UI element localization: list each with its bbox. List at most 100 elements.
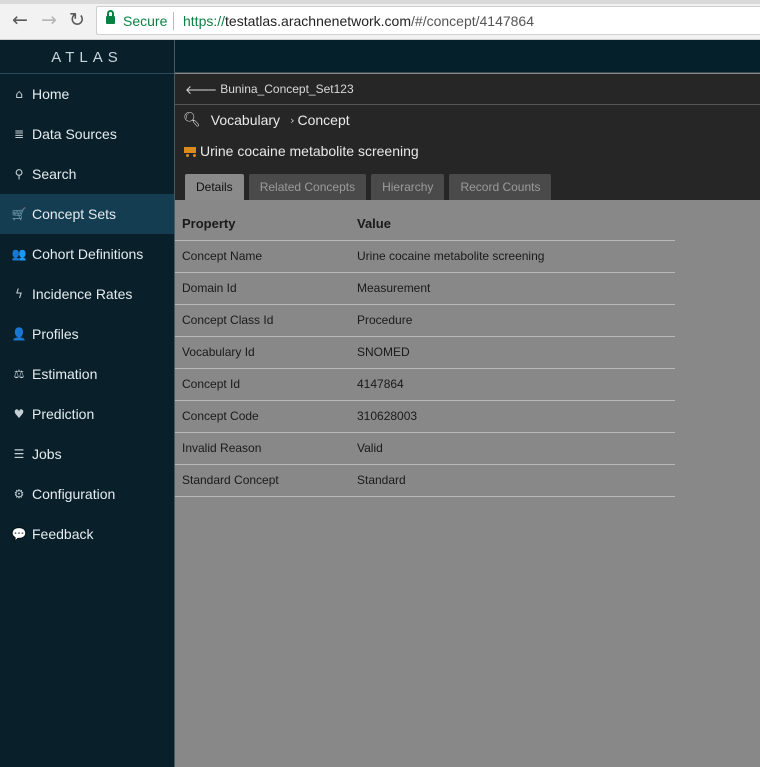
sidebar-item-label: Incidence Rates [32, 286, 133, 302]
sidebar-item-label: Home [32, 86, 70, 102]
sidebar-item-label: Configuration [32, 486, 116, 502]
sidebar-item-concept-sets[interactable]: 🛒 Concept Sets [0, 194, 174, 234]
breadcrumb-concept: Concept [297, 112, 350, 128]
value-cell: Procedure [350, 304, 675, 337]
lock-icon [106, 10, 115, 25]
sidebar-menu: ⌂ Home ≣ Data Sources ⚲ Search 🛒 Concept Sets 👥 C… [0, 74, 174, 554]
sidebar-item-search[interactable]: ⚲ Search [0, 154, 174, 194]
sidebar-item-feedback[interactable]: 💬 Feedback [0, 514, 174, 554]
url-scheme: https:// [183, 13, 226, 29]
sidebar-item-label: Concept Sets [32, 206, 117, 222]
home-icon: ⌂ [15, 87, 23, 101]
url-host: testatlas.arachnenetwork.com [225, 13, 412, 29]
tab-hierarchy[interactable]: Hierarchy [371, 174, 445, 200]
sidebar-item-estimation[interactable]: ⚖ Estimation [0, 354, 174, 394]
sidebar-item-cohort-definitions[interactable]: 👥 Cohort Definitions [0, 234, 174, 274]
table-row: Concept Code 310628003 [175, 400, 675, 433]
value-cell: 310628003 [350, 400, 675, 433]
sidebar-item-label: Cohort Definitions [32, 246, 144, 262]
sidebar-item-label: Prediction [32, 406, 95, 422]
search-icon: ⚲ [14, 167, 24, 181]
tab-record-counts[interactable]: Record Counts [449, 174, 552, 200]
properties-table: Property Value Concept Name Urine cocaine… [175, 208, 675, 497]
value-cell: SNOMED [350, 336, 675, 369]
sidebar-item-home[interactable]: ⌂ Home [0, 74, 174, 114]
property-cell: Concept Name [175, 240, 350, 273]
sidebar-item-label: Search [32, 166, 77, 182]
property-cell: Standard Concept [175, 464, 350, 497]
app-brand[interactable]: ATLAS [0, 40, 174, 74]
top-navbar [175, 40, 760, 73]
sidebar-item-data-sources[interactable]: ≣ Data Sources [0, 114, 174, 154]
forward-arrow-icon[interactable]: → [38, 9, 60, 31]
cogs-icon: ⚙ [13, 487, 25, 501]
sidebar-item-prediction[interactable]: ♥ Prediction [0, 394, 174, 434]
property-cell: Vocabulary Id [175, 336, 350, 369]
value-cell: Standard [350, 464, 675, 497]
breadcrumb-vocabulary[interactable]: Vocabulary [211, 112, 280, 128]
property-cell: Concept Class Id [175, 304, 350, 337]
value-cell: Urine cocaine metabolite screening [350, 240, 675, 273]
column-header-property: Property [175, 208, 350, 241]
sidebar-item-incidence-rates[interactable]: ϟ Incidence Rates [0, 274, 174, 314]
value-cell: Measurement [350, 272, 675, 305]
url-text[interactable]: https://testatlas.arachnenetwork.com/#/c… [183, 13, 534, 29]
properties-body: Concept Name Urine cocaine metabolite scr… [175, 240, 675, 497]
bolt-icon: ϟ [15, 287, 23, 301]
column-header-value: Value [350, 208, 675, 241]
arrow-left-icon: 🡐 [185, 82, 218, 97]
search-icon: 🔍︎ [183, 112, 201, 128]
table-row: Concept Id 4147864 [175, 368, 675, 401]
heartbeat-icon: ♥ [13, 407, 25, 421]
concept-title: Urine cocaine metabolite screening [200, 142, 419, 159]
cart-icon: 🛒 [11, 207, 27, 221]
table-row: Invalid Reason Valid [175, 432, 675, 465]
reload-icon[interactable]: ↻ [66, 9, 88, 31]
property-cell: Invalid Reason [175, 432, 350, 465]
back-link[interactable]: 🡐 Bunina_Concept_Set123 [175, 74, 760, 105]
concept-header: 🡐 Bunina_Concept_Set123 🔍︎ Vocabulary › … [175, 74, 760, 200]
sidebar-item-label: Feedback [32, 526, 94, 542]
table-row: Domain Id Measurement [175, 272, 675, 305]
property-cell: Domain Id [175, 272, 350, 305]
back-link-label: Bunina_Concept_Set123 [220, 82, 354, 96]
cart-icon[interactable] [183, 145, 197, 157]
property-cell: Concept Id [175, 368, 350, 401]
sidebar-item-jobs[interactable]: ☰ Jobs [0, 434, 174, 474]
sidebar-item-label: Estimation [32, 366, 98, 382]
sidebar-item-label: Profiles [32, 326, 79, 342]
sidebar-item-label: Data Sources [32, 126, 117, 142]
sidebar-item-label: Jobs [32, 446, 62, 462]
breadcrumb: 🔍︎ Vocabulary › Concept [175, 105, 760, 135]
chevron-right-icon: › [290, 113, 295, 127]
browser-tab-strip [0, 0, 760, 4]
comment-icon: 💬 [11, 527, 27, 541]
back-arrow-icon[interactable]: ← [9, 9, 31, 31]
value-cell: 4147864 [350, 368, 675, 401]
tab-details[interactable]: Details [185, 174, 244, 200]
users-icon: 👥 [11, 247, 27, 261]
address-bar[interactable]: Secure https://testatlas.arachnenetwork.… [96, 6, 760, 35]
url-divider [173, 12, 174, 30]
table-row: Concept Name Urine cocaine metabolite scr… [175, 240, 675, 273]
tab-related-concepts[interactable]: Related Concepts [248, 174, 367, 200]
database-icon: ≣ [13, 127, 25, 141]
sidebar-item-profiles[interactable]: 👤 Profiles [0, 314, 174, 354]
value-cell: Valid [350, 432, 675, 465]
main-content: Property Value Concept Name Urine cocaine… [175, 200, 760, 767]
browser-toolbar: ← → ↻ Secure https://testatlas.arachnene… [0, 0, 760, 40]
property-cell: Concept Code [175, 400, 350, 433]
secure-label: Secure [123, 13, 168, 29]
tasks-icon: ☰ [13, 447, 25, 461]
table-row: Concept Class Id Procedure [175, 304, 675, 337]
table-row: Vocabulary Id SNOMED [175, 336, 675, 369]
page-title: Urine cocaine metabolite screening [175, 135, 760, 166]
table-header-row: Property Value [175, 208, 675, 241]
table-row: Standard Concept Standard [175, 464, 675, 497]
url-path: /#/concept/4147864 [411, 13, 535, 29]
concept-tabs: Details Related Concepts Hierarchy Record C… [185, 174, 556, 200]
sidebar: ATLAS ⌂ Home ≣ Data Sources ⚲ Search 🛒 Concept … [0, 40, 175, 767]
user-icon: 👤 [11, 327, 27, 341]
sidebar-item-configuration[interactable]: ⚙ Configuration [0, 474, 174, 514]
balance-scale-icon: ⚖ [13, 367, 25, 381]
